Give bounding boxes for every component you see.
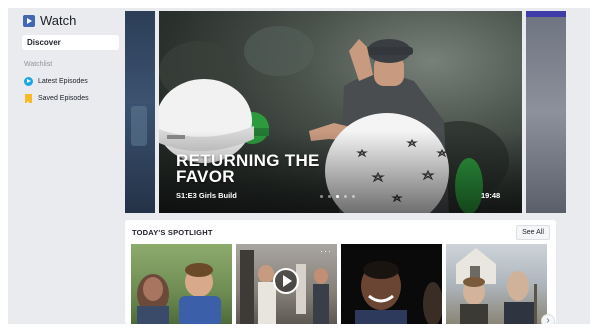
sidebar-item-saved-episodes[interactable]: Saved Episodes xyxy=(24,92,89,104)
more-icon[interactable]: ··· xyxy=(320,247,332,256)
hero-episode-label: S1:E3 Girls Build xyxy=(176,191,237,200)
thumbnail-image xyxy=(137,263,221,324)
sidebar-item-label: Saved Episodes xyxy=(38,94,89,102)
app-title: Watch xyxy=(40,13,77,28)
hero-title: RETURNING THE FAVOR xyxy=(176,151,320,186)
carousel-previous-slide[interactable] xyxy=(125,11,155,213)
carousel-next-slide[interactable] xyxy=(526,11,566,213)
spotlight-video-card[interactable]: ··· xyxy=(236,244,337,324)
brand-header[interactable]: Watch xyxy=(23,13,76,28)
see-all-button[interactable]: See All xyxy=(516,225,550,240)
sidebar: Watch Discover Watchlist Latest Episodes… xyxy=(8,8,126,324)
carousel-indicator xyxy=(320,195,360,198)
sidebar-item-latest-episodes[interactable]: Latest Episodes xyxy=(24,75,88,87)
carousel-dot[interactable] xyxy=(344,195,347,198)
carousel-dot[interactable] xyxy=(352,195,355,198)
chevron-right-icon[interactable]: › xyxy=(541,314,555,324)
thumbnail-image xyxy=(355,261,442,324)
spotlight-video-card[interactable] xyxy=(341,244,442,324)
hero-video[interactable]: RETURNING THE FAVOR S1:E3 Girls Build 19… xyxy=(159,11,522,213)
watch-play-icon xyxy=(23,14,35,27)
carousel-dot[interactable] xyxy=(320,195,323,198)
watchlist-heading: Watchlist xyxy=(24,61,53,68)
bookmark-icon xyxy=(25,93,32,104)
hero-duration: 19:48 xyxy=(481,191,501,200)
todays-spotlight-section: TODAY'S SPOTLIGHT See All ··· xyxy=(125,220,556,324)
sidebar-item-discover[interactable]: Discover xyxy=(22,35,119,50)
play-icon[interactable] xyxy=(273,268,299,294)
spotlight-video-card[interactable] xyxy=(131,244,232,324)
watch-page: Watch Discover Watchlist Latest Episodes… xyxy=(8,8,590,324)
carousel-dot-active[interactable] xyxy=(336,195,339,198)
section-heading: TODAY'S SPOTLIGHT xyxy=(132,228,213,237)
carousel-dot[interactable] xyxy=(328,195,331,198)
sidebar-item-label: Latest Episodes xyxy=(38,77,88,85)
play-circle-icon xyxy=(24,76,33,86)
spotlight-video-card[interactable] xyxy=(446,244,547,324)
thumbnail-image xyxy=(456,248,537,324)
